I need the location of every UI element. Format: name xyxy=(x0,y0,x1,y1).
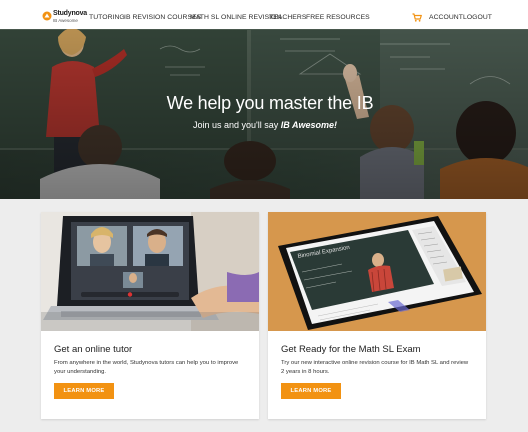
card-description: Try our new interactive online revision … xyxy=(281,360,469,376)
card-description: From anywhere in the world, Studynova tu… xyxy=(54,360,239,376)
hero-subtitle-emphasis: IB Awesome! xyxy=(280,120,337,130)
nav-teachers[interactable]: TEACHERS xyxy=(269,14,306,21)
nav-free-resources[interactable]: FREE RESOURCES xyxy=(306,14,370,21)
card-online-tutor: Get an online tutor From anywhere in the… xyxy=(41,212,259,419)
card-image-video-call xyxy=(41,212,259,331)
nav-tutoring[interactable]: TUTORING xyxy=(89,14,125,21)
hero-subtitle: Join us and you'll say IB Awesome! xyxy=(0,120,528,130)
learn-more-math-sl-button[interactable]: LEARN MORE xyxy=(281,383,341,399)
shopping-cart-icon[interactable] xyxy=(412,13,422,22)
hero-classroom-photo xyxy=(0,29,528,199)
learn-more-tutor-button[interactable]: LEARN MORE xyxy=(54,383,114,399)
card-title: Get Ready for the Math SL Exam xyxy=(281,344,421,355)
card-image-tablet-lesson: Binomial Expansion xyxy=(268,212,486,331)
nav-math-sl-online-revision[interactable]: MATH SL ONLINE REVISION xyxy=(190,14,281,21)
hero-banner: We help you master the IB Join us and yo… xyxy=(0,29,528,199)
card-title: Get an online tutor xyxy=(54,344,133,355)
main-nav: TUTORING IB REVISION COURSES MATH SL ONL… xyxy=(0,14,528,26)
nav-account[interactable]: ACCOUNT xyxy=(429,14,463,21)
card-math-sl-exam: Binomial Expansion Get Ready for the Mat… xyxy=(268,212,486,419)
site-header: Studynova IB Awesome TUTORING IB REVISIO… xyxy=(0,0,528,29)
hero-subtitle-text: Join us and you'll say xyxy=(193,120,281,130)
hero-title: We help you master the IB xyxy=(166,93,374,113)
nav-logout[interactable]: LOGOUT xyxy=(463,14,492,21)
